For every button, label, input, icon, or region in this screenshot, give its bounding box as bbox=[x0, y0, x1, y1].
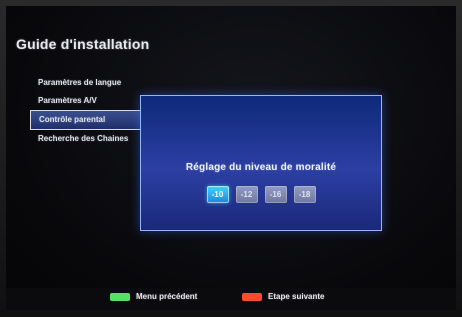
dialog-heading: Réglage du niveau de moralité bbox=[185, 162, 337, 173]
menu-item-language-settings[interactable]: Paramètres de langue bbox=[30, 74, 160, 92]
parental-level-dialog: Réglage du niveau de moralité -10 -12 -1… bbox=[140, 95, 382, 231]
footer-bar bbox=[6, 288, 456, 310]
page-title: Guide d'installation bbox=[16, 36, 150, 52]
level-option-minus-16[interactable]: -16 bbox=[264, 186, 287, 203]
red-key-icon bbox=[242, 292, 262, 301]
next-step-hint[interactable]: Etape suivante bbox=[242, 292, 324, 301]
menu-item-label: Recherche des Chaines bbox=[38, 134, 129, 143]
level-label: -16 bbox=[269, 190, 282, 199]
level-option-minus-10[interactable]: -10 bbox=[206, 186, 229, 203]
morality-level-options: -10 -12 -16 -18 bbox=[141, 186, 381, 203]
menu-item-label: Paramètres de langue bbox=[38, 78, 122, 87]
level-label: -12 bbox=[240, 190, 253, 199]
next-step-label: Etape suivante bbox=[268, 292, 325, 301]
previous-menu-label: Menu précédent bbox=[136, 292, 198, 301]
menu-item-label: Contrôle parental bbox=[39, 115, 106, 124]
level-option-minus-18[interactable]: -18 bbox=[293, 186, 316, 203]
previous-menu-hint[interactable]: Menu précédent bbox=[110, 292, 197, 301]
level-label: -10 bbox=[211, 190, 224, 199]
green-key-icon bbox=[110, 292, 130, 301]
tv-screen: Guide d'installation Paramètres de langu… bbox=[6, 6, 456, 310]
level-option-minus-12[interactable]: -12 bbox=[235, 186, 258, 203]
menu-item-label: Paramètres A/V bbox=[38, 96, 97, 105]
level-label: -18 bbox=[298, 190, 311, 199]
